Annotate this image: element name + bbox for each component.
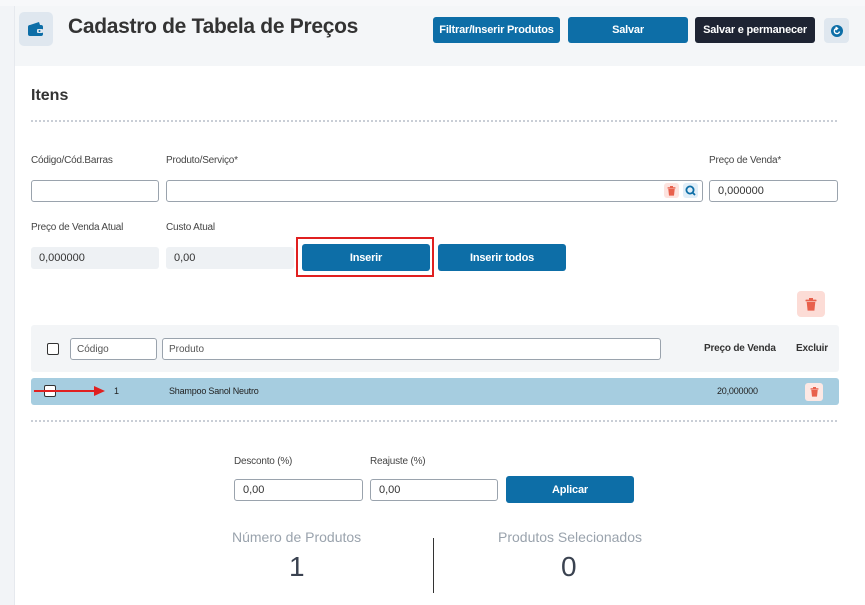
column-header-sale-price: Preço de Venda <box>704 343 776 354</box>
row-delete-button[interactable] <box>805 383 823 401</box>
readjust-label: Reajuste (%) <box>370 456 426 467</box>
trash-icon <box>810 387 818 397</box>
delete-selected-button[interactable] <box>797 291 825 317</box>
annotation-arrow <box>34 386 105 396</box>
sale-price-label: Preço de Venda* <box>709 155 782 166</box>
product-input[interactable] <box>166 180 703 202</box>
products-count-label: Número de Produtos <box>232 529 362 545</box>
sale-price-input[interactable]: 0,000000 <box>709 180 838 202</box>
save-and-stay-button[interactable]: Salvar e permanecer <box>695 17 815 43</box>
annotation-highlight-box <box>296 237 434 277</box>
discount-label: Desconto (%) <box>234 456 293 467</box>
apply-button[interactable]: Aplicar <box>506 476 634 503</box>
trash-icon <box>667 185 676 196</box>
save-button[interactable]: Salvar <box>568 17 688 43</box>
row-code: 1 <box>114 386 119 396</box>
trash-icon <box>805 297 817 311</box>
clear-product-button[interactable] <box>664 183 679 198</box>
code-filter-input[interactable]: Código <box>70 338 157 360</box>
current-cost-label: Custo Atual <box>166 222 215 233</box>
row-sale-price: 20,000000 <box>717 386 758 396</box>
select-all-checkbox[interactable] <box>47 343 59 355</box>
code-input[interactable] <box>31 180 159 202</box>
wallet-icon <box>19 12 53 46</box>
back-arrow-icon <box>830 24 843 37</box>
readjust-input[interactable]: 0,00 <box>370 479 498 501</box>
current-cost-value: 0,00 <box>166 247 294 269</box>
selected-products-label: Produtos Selecionados <box>498 529 642 545</box>
column-header-delete: Excluir <box>796 343 828 354</box>
filter-insert-products-button[interactable]: Filtrar/Inserir Produtos <box>433 17 560 43</box>
row-product: Shampoo Sanol Neutro <box>169 386 259 396</box>
insert-all-button[interactable]: Inserir todos <box>438 244 566 271</box>
search-product-button[interactable] <box>683 183 698 198</box>
back-button[interactable] <box>824 18 849 43</box>
section-title-items: Itens <box>31 87 69 104</box>
current-sale-price-value: 0,000000 <box>31 247 159 269</box>
page-title: Cadastro de Tabela de Preços <box>68 15 358 38</box>
table-divider <box>31 420 837 422</box>
code-label: Código/Cód.Barras <box>31 155 113 166</box>
section-divider <box>31 120 837 122</box>
stats-divider <box>433 538 434 593</box>
selected-products-value: 0 <box>561 551 577 582</box>
current-sale-price-label: Preço de Venda Atual <box>31 222 124 233</box>
product-filter-input[interactable]: Produto <box>162 338 661 360</box>
product-label: Produto/Serviço* <box>166 155 238 166</box>
card-border <box>14 6 15 605</box>
products-count-value: 1 <box>289 551 305 582</box>
discount-input[interactable]: 0,00 <box>234 479 363 501</box>
search-icon <box>685 185 696 196</box>
